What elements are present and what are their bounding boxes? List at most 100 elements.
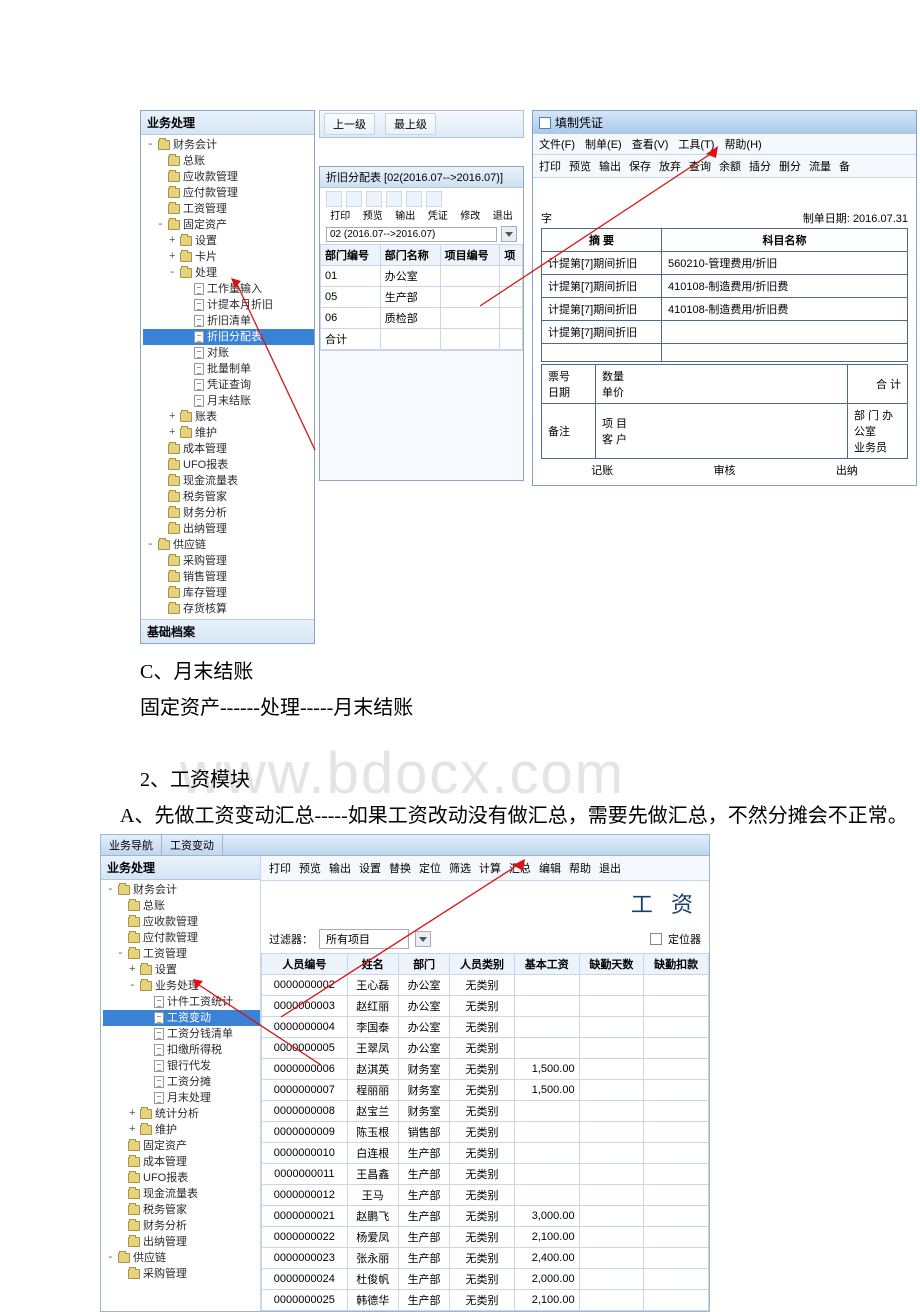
table-row[interactable]: 01办公室 [321, 266, 523, 287]
tree-item[interactable]: 税务管家 [143, 489, 314, 505]
tree-item[interactable]: 工资分摊 [103, 1074, 260, 1090]
table-row[interactable]: 0000000009陈玉根销售部无类别 [262, 1122, 709, 1143]
column-header[interactable]: 项目编号 [440, 245, 500, 266]
column-header[interactable]: 姓名 [347, 954, 398, 975]
tree-item[interactable]: 总账 [143, 153, 314, 169]
tree-item[interactable]: 应付款管理 [103, 930, 260, 946]
column-header[interactable]: 缺勤扣款 [644, 954, 709, 975]
edit-icon[interactable] [406, 191, 422, 207]
table-row[interactable]: 合计 [321, 329, 523, 350]
tree-item[interactable]: +卡片 [143, 249, 314, 265]
toolbar-item[interactable]: 编辑 [539, 860, 561, 876]
tree-item[interactable]: 计提本月折旧 [143, 297, 314, 313]
tree-item[interactable]: 固定资产 [103, 1138, 260, 1154]
exit-icon[interactable] [426, 191, 442, 207]
toolbar-label[interactable]: 预览 [359, 207, 388, 222]
tree-item[interactable]: 凭证查询 [143, 377, 314, 393]
table-row[interactable]: 0000000021赵鹏飞生产部无类别3,000.00 [262, 1206, 709, 1227]
toolbar-label[interactable]: 输出 [391, 207, 420, 222]
menu-item[interactable]: 帮助(H) [724, 136, 761, 152]
tree-item[interactable]: 工作量输入 [143, 281, 314, 297]
preview-icon[interactable] [346, 191, 362, 207]
tree-item[interactable]: 现金流量表 [143, 473, 314, 489]
tree-item[interactable]: 成本管理 [143, 441, 314, 457]
tree-item[interactable]: UFO报表 [103, 1170, 260, 1186]
table-row[interactable]: 0000000022杨爱凤生产部无类别2,100.00 [262, 1227, 709, 1248]
breadcrumb-top[interactable]: 最上级 [385, 113, 436, 135]
table-row[interactable]: 0000000010白连根生产部无类别 [262, 1143, 709, 1164]
table-row[interactable]: 0000000006赵淇英财务室无类别1,500.00 [262, 1059, 709, 1080]
toolbar-item[interactable]: 帮助 [569, 860, 591, 876]
voucher-row[interactable]: 计提第[7]期间折旧560210-管理费用/折旧 [542, 252, 908, 275]
column-header[interactable]: 部门名称 [380, 245, 440, 266]
locator-checkbox[interactable] [650, 933, 662, 945]
toolbar-item[interactable]: 备 [839, 158, 850, 174]
toolbar-item[interactable]: 保存 [629, 158, 651, 174]
column-header[interactable]: 人员类别 [450, 954, 515, 975]
toolbar-item[interactable]: 放弃 [659, 158, 681, 174]
tree-item[interactable]: 工资管理 [143, 201, 314, 217]
period-input[interactable]: 02 (2016.07-->2016.07) [326, 227, 497, 242]
column-header[interactable]: 人员编号 [262, 954, 348, 975]
column-header[interactable]: 缺勤天数 [579, 954, 644, 975]
tree-item[interactable]: -处理 [143, 265, 314, 281]
toolbar-item[interactable]: 打印 [269, 860, 291, 876]
toolbar-label[interactable]: 退出 [489, 207, 518, 222]
tree-item[interactable]: 税务管家 [103, 1202, 260, 1218]
print-icon[interactable] [326, 191, 342, 207]
tree-item[interactable]: 折旧分配表 [143, 329, 314, 345]
breadcrumb-up[interactable]: 上一级 [324, 113, 375, 135]
table-row[interactable]: 0000000004李国泰办公室无类别 [262, 1017, 709, 1038]
tree-item[interactable]: 对账 [143, 345, 314, 361]
app-tab[interactable]: 业务导航 [101, 835, 162, 855]
table-row[interactable]: 0000000025韩德华生产部无类别2,100.00 [262, 1290, 709, 1311]
column-header[interactable]: 项 [500, 245, 523, 266]
tree-item[interactable]: 总账 [103, 898, 260, 914]
tree-item[interactable]: 出纳管理 [103, 1234, 260, 1250]
tree-item[interactable]: 月末结账 [143, 393, 314, 409]
voucher-icon[interactable] [386, 191, 402, 207]
table-row[interactable]: 0000000011王昌鑫生产部无类别 [262, 1164, 709, 1185]
tree-item[interactable]: 存货核算 [143, 601, 314, 617]
tree-item[interactable]: 月末处理 [103, 1090, 260, 1106]
tree-item[interactable]: 现金流量表 [103, 1186, 260, 1202]
tree-item[interactable]: -供应链 [143, 537, 314, 553]
toolbar-item[interactable]: 汇总 [509, 860, 531, 876]
tree-item[interactable]: 批量制单 [143, 361, 314, 377]
table-row[interactable]: 0000000012王马生产部无类别 [262, 1185, 709, 1206]
toolbar-label[interactable]: 打印 [326, 207, 355, 222]
table-row[interactable]: 0000000024杜俊帆生产部无类别2,000.00 [262, 1269, 709, 1290]
tree-item[interactable]: +账表 [143, 409, 314, 425]
tree-item[interactable]: 扣缴所得税 [103, 1042, 260, 1058]
table-row[interactable]: 0000000008赵宝兰财务室无类别 [262, 1101, 709, 1122]
table-row[interactable]: 0000000002王心磊办公室无类别 [262, 975, 709, 996]
salary-grid[interactable]: 人员编号姓名部门人员类别基本工资缺勤天数缺勤扣款 0000000002王心磊办公… [261, 953, 709, 1311]
toolbar-label[interactable]: 凭证 [424, 207, 453, 222]
sidebar-footer[interactable]: 基础档案 [141, 619, 314, 643]
tree-item[interactable]: +统计分析 [103, 1106, 260, 1122]
tree-item[interactable]: 应收款管理 [143, 169, 314, 185]
toolbar-item[interactable]: 输出 [329, 860, 351, 876]
toolbar-item[interactable]: 替换 [389, 860, 411, 876]
toolbar-item[interactable]: 打印 [539, 158, 561, 174]
voucher-row[interactable]: 计提第[7]期间折旧410108-制造费用/折旧费 [542, 275, 908, 298]
tree-item[interactable]: +设置 [103, 962, 260, 978]
toolbar-item[interactable]: 定位 [419, 860, 441, 876]
tree-item[interactable]: 采购管理 [143, 553, 314, 569]
tree-item[interactable]: -供应链 [103, 1250, 260, 1266]
tree-item[interactable]: 采购管理 [103, 1266, 260, 1282]
toolbar-label[interactable]: 修改 [456, 207, 485, 222]
toolbar-item[interactable]: 余额 [719, 158, 741, 174]
toolbar-item[interactable]: 输出 [599, 158, 621, 174]
tree-item[interactable]: 工资变动 [103, 1010, 260, 1026]
table-row[interactable]: 06质检部 [321, 308, 523, 329]
toolbar-item[interactable]: 计算 [479, 860, 501, 876]
menu-item[interactable]: 工具(T) [678, 136, 714, 152]
tree-item[interactable]: 应付款管理 [143, 185, 314, 201]
export-icon[interactable] [366, 191, 382, 207]
table-row[interactable]: 0000000023张永丽生产部无类别2,400.00 [262, 1248, 709, 1269]
toolbar-item[interactable]: 查询 [689, 158, 711, 174]
tree-item[interactable]: 银行代发 [103, 1058, 260, 1074]
tree-item[interactable]: 财务分析 [143, 505, 314, 521]
tree-item[interactable]: +设置 [143, 233, 314, 249]
